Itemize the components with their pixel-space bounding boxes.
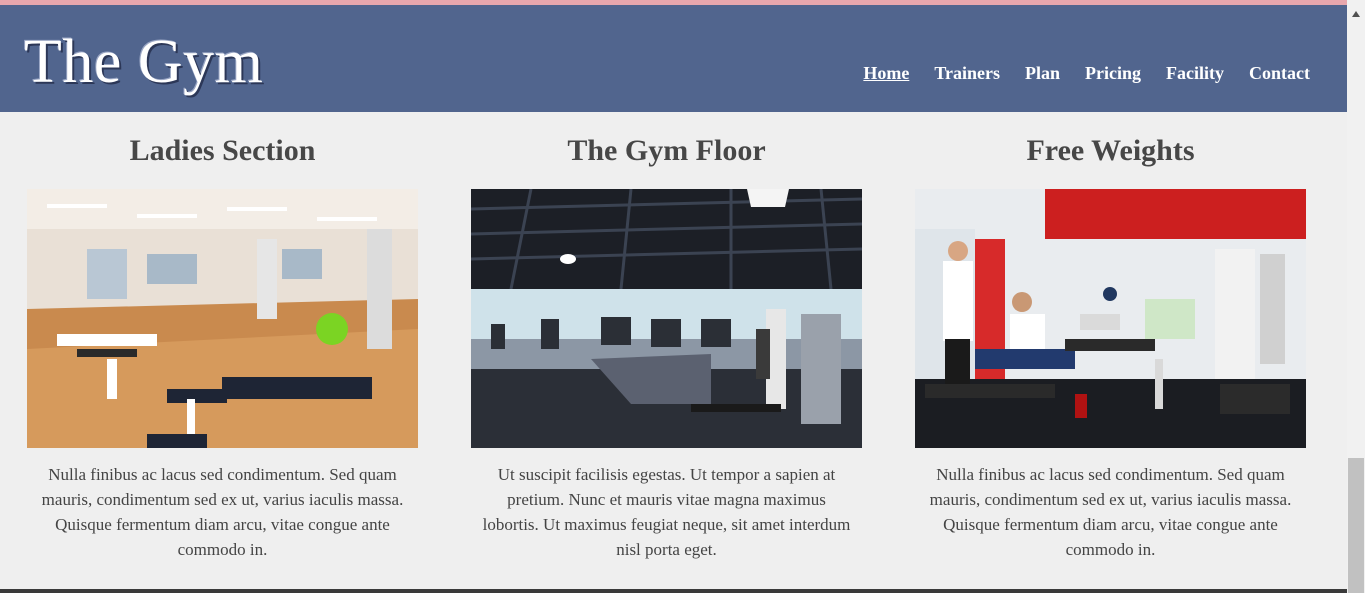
- main-nav: Home Trainers Plan Pricing Facility Cont…: [863, 63, 1310, 84]
- section-free-weights: Free Weights Nulla finibus ac lacus sed: [915, 112, 1306, 562]
- nav-contact[interactable]: Contact: [1249, 63, 1310, 84]
- nav-plan[interactable]: Plan: [1025, 63, 1060, 84]
- nav-home[interactable]: Home: [863, 63, 909, 84]
- nav-facility[interactable]: Facility: [1166, 63, 1224, 84]
- section-ladies: Ladies Section Nulla finibus ac lacus se…: [27, 112, 418, 562]
- nav-trainers[interactable]: Trainers: [934, 63, 1000, 84]
- free-weights-photo: [915, 189, 1306, 448]
- site-header: The Gym Home Trainers Plan Pricing Facil…: [0, 5, 1347, 112]
- section-gym-floor: The Gym Floor Ut suscipit facilisis eges…: [471, 112, 862, 562]
- facility-sections: Ladies Section Nulla finibus ac lacus se…: [0, 112, 1347, 590]
- section-title: Free Weights: [1026, 134, 1195, 167]
- nav-pricing[interactable]: Pricing: [1085, 63, 1141, 84]
- section-description: Ut suscipit facilisis egestas. Ut tempor…: [482, 465, 851, 559]
- ladies-section-photo: [27, 189, 418, 448]
- scroll-up-arrow-icon[interactable]: [1347, 5, 1365, 23]
- site-logo[interactable]: The Gym: [24, 27, 263, 98]
- vertical-scrollbar[interactable]: [1347, 0, 1365, 593]
- footer-top-edge: [0, 589, 1347, 593]
- scrollbar-thumb[interactable]: [1348, 458, 1364, 593]
- section-description: Nulla finibus ac lacus sed condimentum. …: [929, 465, 1292, 559]
- gym-floor-photo: [471, 189, 862, 448]
- section-description: Nulla finibus ac lacus sed condimentum. …: [41, 465, 404, 559]
- section-title: Ladies Section: [129, 134, 316, 167]
- section-title: The Gym Floor: [567, 134, 766, 167]
